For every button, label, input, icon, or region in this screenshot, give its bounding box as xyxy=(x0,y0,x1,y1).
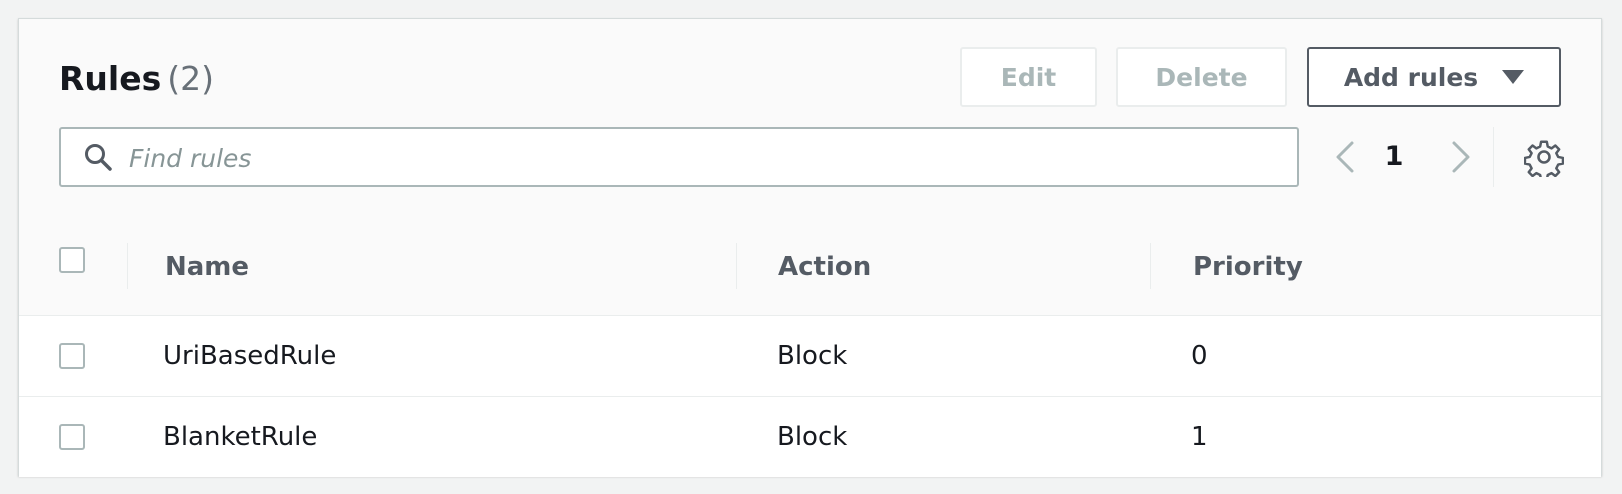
rule-action: Block xyxy=(777,422,848,452)
rule-name: UriBasedRule xyxy=(163,341,337,371)
rule-name: BlanketRule xyxy=(163,422,318,452)
rule-priority: 0 xyxy=(1191,341,1208,371)
column-divider xyxy=(736,243,737,289)
delete-button[interactable]: Delete xyxy=(1116,47,1287,107)
edit-button-label: Edit xyxy=(1000,62,1057,92)
page-number[interactable]: 1 xyxy=(1379,137,1409,177)
table-row[interactable]: BlanketRule Block 1 xyxy=(19,397,1601,477)
pager-divider xyxy=(1493,127,1494,187)
edit-button[interactable]: Edit xyxy=(960,47,1097,107)
rules-count: (2) xyxy=(167,59,214,98)
caret-down-icon xyxy=(1502,70,1525,84)
chevron-right-icon[interactable] xyxy=(1446,137,1476,177)
rule-priority: 1 xyxy=(1191,422,1208,452)
rule-action: Block xyxy=(777,341,848,371)
search-field[interactable] xyxy=(59,127,1299,187)
column-header-priority[interactable]: Priority xyxy=(1193,247,1303,287)
title-text: Rules xyxy=(59,59,162,98)
delete-button-label: Delete xyxy=(1155,62,1248,92)
table-row[interactable]: UriBasedRule Block 0 xyxy=(19,316,1601,397)
chevron-left-icon[interactable] xyxy=(1330,137,1360,177)
table-header: Name Action Priority xyxy=(19,219,1601,316)
panel-header: Rules(2) Edit Delete Add rules 1 xyxy=(19,19,1601,220)
column-divider xyxy=(1150,243,1151,289)
column-divider xyxy=(127,243,128,289)
row-checkbox[interactable] xyxy=(59,424,85,450)
add-rules-button[interactable]: Add rules xyxy=(1307,47,1561,107)
row-checkbox[interactable] xyxy=(59,343,85,369)
add-rules-button-label: Add rules xyxy=(1343,62,1479,92)
column-header-name[interactable]: Name xyxy=(165,247,249,287)
select-all-checkbox[interactable] xyxy=(59,247,85,273)
panel-title: Rules (2) xyxy=(59,59,214,99)
search-input[interactable] xyxy=(127,135,1271,181)
gear-icon[interactable] xyxy=(1524,137,1564,177)
column-header-action[interactable]: Action xyxy=(778,247,871,287)
rules-panel: Rules(2) Edit Delete Add rules 1 xyxy=(18,18,1602,477)
search-icon xyxy=(85,144,112,171)
